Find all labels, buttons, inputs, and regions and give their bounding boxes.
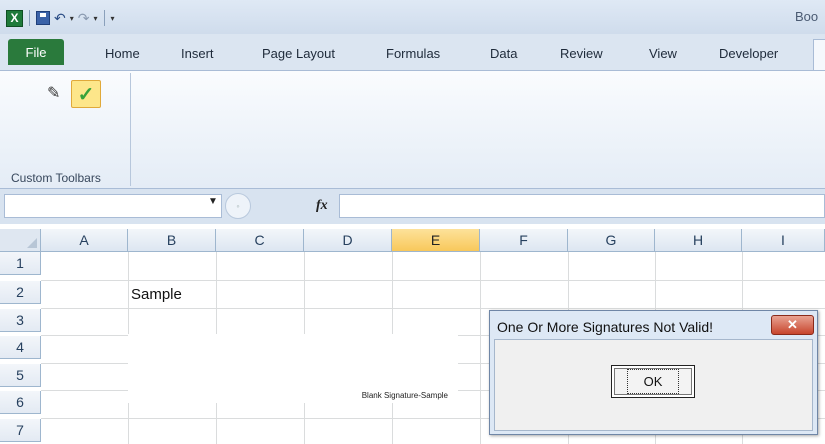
column-header[interactable]: F — [480, 229, 568, 252]
custom-toolbars-group: ✎ ✓ Custom Toolbars — [3, 73, 131, 186]
tab-review[interactable]: Review — [560, 46, 603, 61]
ribbon: ✎ ✓ Custom Toolbars — [0, 70, 825, 189]
formula-input[interactable] — [339, 194, 825, 218]
grid-line — [480, 252, 481, 444]
qat-separator — [29, 10, 30, 26]
tab-home[interactable]: Home — [105, 46, 140, 61]
redo-icon[interactable]: ↷ — [78, 11, 90, 25]
ok-button-label: OK — [626, 369, 680, 394]
quick-access-toolbar: X ↶ ▾ ↷ ▾ ▾ — [6, 8, 115, 28]
column-header[interactable]: C — [216, 229, 304, 252]
signature-line-object[interactable]: Blank Signature-Sample — [128, 334, 458, 403]
row-header[interactable]: 7 — [0, 419, 41, 442]
select-all-corner[interactable] — [0, 229, 41, 252]
tab-developer[interactable]: Developer — [719, 46, 778, 61]
column-header[interactable]: B — [128, 229, 216, 252]
formula-grip-icon[interactable]: ◦ — [225, 193, 251, 219]
tab-formulas[interactable]: Formulas — [386, 46, 440, 61]
dialog-body: OK — [494, 339, 813, 431]
column-header[interactable]: H — [655, 229, 742, 252]
window-title: Boo — [795, 9, 819, 24]
tab-file[interactable]: File — [8, 39, 64, 65]
row-header[interactable]: 4 — [0, 336, 41, 359]
redo-dropdown-icon[interactable]: ▾ — [93, 14, 97, 23]
insert-function-icon[interactable]: fx — [316, 198, 328, 214]
undo-dropdown-icon[interactable]: ▾ — [70, 14, 74, 23]
column-header[interactable]: G — [568, 229, 655, 252]
tab-insert[interactable]: Insert — [181, 46, 214, 61]
ribbon-tabs: File Home Insert Page Layout Formulas Da… — [0, 34, 825, 70]
cell-b2[interactable]: Sample — [131, 286, 182, 303]
column-header-selected[interactable]: E — [392, 229, 480, 252]
message-dialog: One Or More Signatures Not Valid! ✕ OK — [489, 310, 818, 435]
column-header[interactable]: I — [742, 229, 825, 252]
row-header[interactable]: 2 — [0, 281, 41, 304]
close-icon[interactable]: ✕ — [771, 315, 814, 335]
group-label: Custom Toolbars — [11, 171, 101, 185]
column-header[interactable]: D — [304, 229, 392, 252]
checkmark-icon[interactable]: ✓ — [71, 80, 101, 108]
excel-icon[interactable]: X — [6, 9, 23, 27]
tab-page-layout[interactable]: Page Layout — [262, 46, 335, 61]
row-header[interactable]: 5 — [0, 364, 41, 387]
qat-separator — [103, 10, 105, 26]
tab-active-partial[interactable] — [813, 39, 825, 70]
tab-data[interactable]: Data — [490, 46, 517, 61]
save-icon[interactable] — [36, 11, 50, 25]
title-bar: X ↶ ▾ ↷ ▾ ▾ Boo — [0, 0, 825, 34]
grid-line — [41, 308, 825, 309]
ok-button[interactable]: OK — [611, 365, 695, 398]
row-header[interactable]: 3 — [0, 309, 41, 332]
undo-icon[interactable]: ↶ — [54, 11, 66, 25]
pencil-icon[interactable]: ✎ — [47, 83, 60, 103]
row-header[interactable]: 1 — [0, 252, 41, 275]
customize-qat-icon[interactable]: ▾ — [111, 14, 115, 23]
row-header[interactable]: 6 — [0, 391, 41, 414]
name-box[interactable] — [4, 194, 222, 218]
column-header[interactable]: A — [41, 229, 128, 252]
signature-caption: Blank Signature-Sample — [361, 391, 448, 400]
name-box-dropdown-icon[interactable]: ▼ — [208, 196, 218, 207]
formula-bar: ▼ ◦ fx — [0, 189, 825, 224]
grid-line — [41, 280, 825, 281]
tab-view[interactable]: View — [649, 46, 677, 61]
dialog-title: One Or More Signatures Not Valid! — [497, 319, 714, 335]
